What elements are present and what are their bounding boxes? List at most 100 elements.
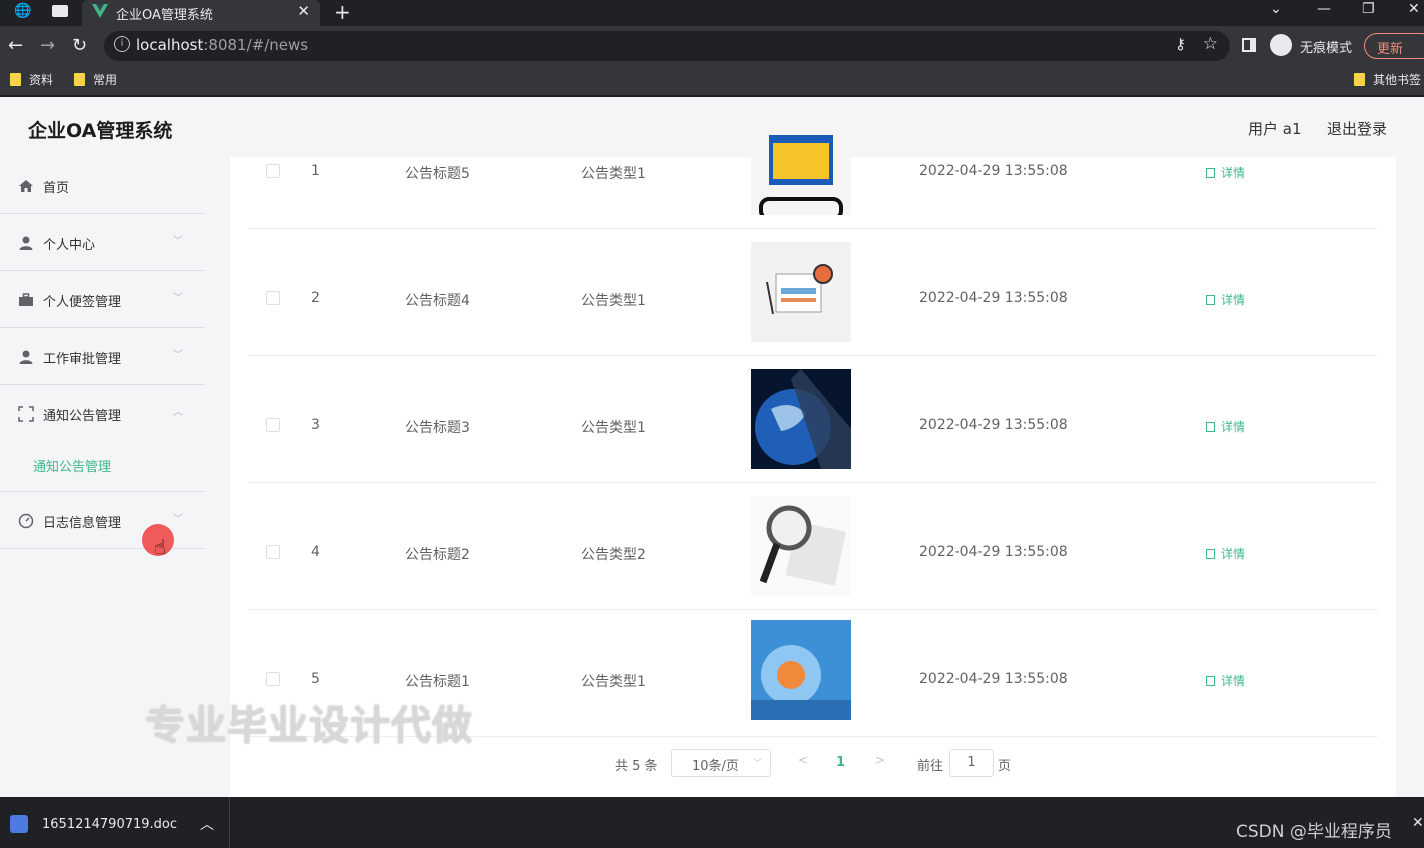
sidebar-item-notice[interactable]: 通知公告管理 ︿ [0,385,205,492]
sidebar-item-approval[interactable]: 工作审批管理 ﹀ [0,328,205,385]
clock-icon [18,513,34,529]
hand-cursor-icon: ☝ [154,535,167,559]
row-title: 公告标题2 [405,547,470,563]
other-bookmarks[interactable]: 其他书签 [1354,71,1421,88]
download-item[interactable]: 1651214790719.doc ︿ [0,797,230,848]
minimize-icon[interactable]: — [1317,1,1331,17]
bookmark-star-icon[interactable]: ☆ [1203,34,1218,54]
row-time: 2022-04-29 13:55:08 [919,163,1068,179]
app-page: 企业OA管理系统 用户 a1 退出登录 首页 个人中心 ﹀ 个人便签管理 ﹀ 工… [0,97,1424,797]
sidebar-item-notes[interactable]: 个人便签管理 ﹀ [0,271,205,328]
sidebar-item-personal-center[interactable]: 个人中心 ﹀ [0,214,205,271]
row-title: 公告标题1 [405,674,470,690]
tab-active[interactable]: 企业OA管理系统 ✕ [82,0,320,26]
new-tab-icon[interactable]: + [334,0,351,24]
word-document-icon [10,815,28,833]
row-title: 公告标题4 [405,293,470,309]
submenu-item-notice-management[interactable]: 通知公告管理 [33,456,111,475]
next-page-icon[interactable]: > [875,753,885,767]
user-icon [19,236,33,250]
site-info-icon[interactable]: i [114,36,130,52]
browser-tab-bar: 🌐 企业OA管理系统 ✕ + ⌄ — ❐ ✕ [0,0,1424,26]
row-title: 公告标题3 [405,420,470,436]
document-icon [1206,168,1215,178]
bookmark-folder-changyong[interactable]: 常用 [74,71,117,88]
row-type: 公告类型1 [581,674,646,690]
row-index: 3 [311,417,320,433]
detail-button[interactable]: 详情 [1206,418,1245,435]
folder-icon [10,73,21,86]
url-text[interactable]: localhost:8081/#/news [136,36,308,54]
row-index: 2 [311,290,320,306]
row-checkbox[interactable] [266,164,280,178]
chevron-up-icon[interactable]: ︿ [200,814,214,834]
table-row: 3 公告标题3 公告类型1 2022-04-29 13:55:08 详情 [248,356,1378,483]
row-time: 2022-04-29 13:55:08 [919,544,1068,560]
bookmark-folder-ziliao[interactable]: 资料 [10,71,53,88]
page-size-select[interactable]: 10条/页 ﹀ [671,749,771,777]
update-button[interactable]: 更新 [1364,33,1424,59]
pagination: 共 5 条 10条/页 ﹀ < 1 > 前往 1 页 [230,747,1396,787]
chevron-up-icon: ︿ [173,407,183,418]
restore-icon[interactable]: ❐ [1362,1,1375,17]
key-icon[interactable]: ⚷ [1175,35,1186,53]
detail-button[interactable]: 详情 [1206,291,1245,308]
close-tab-icon[interactable]: ✕ [297,2,310,20]
document-icon [1206,549,1215,559]
sidebar-item-logs[interactable]: 日志信息管理 ﹀ [0,492,205,549]
detail-button[interactable]: 详情 [1206,672,1245,689]
back-icon[interactable]: ← [8,35,23,56]
detail-button[interactable]: 详情 [1206,545,1245,562]
notice-image [751,496,851,596]
fullscreen-icon [18,406,34,422]
row-type: 公告类型1 [581,420,646,436]
address-bar[interactable]: i localhost:8081/#/news ⚷ ☆ [104,31,1230,61]
tab-search-icon[interactable]: ⌄ [1270,1,1282,17]
table-row: 4 公告标题2 公告类型2 2022-04-29 13:55:08 详情 [248,483,1378,610]
close-window-icon[interactable]: ✕ [1408,1,1420,17]
tab-window-icon[interactable] [52,5,68,17]
row-title: 公告标题5 [405,166,470,182]
notice-image [751,115,851,215]
row-index: 1 [311,163,320,179]
goto-page-input[interactable]: 1 [949,749,994,777]
table-row: 2 公告标题4 公告类型1 2022-04-29 13:55:08 详情 [248,229,1378,356]
notice-image [751,242,851,342]
row-type: 公告类型2 [581,547,646,563]
chevron-down-icon: ﹀ [173,236,183,247]
tab-title: 企业OA管理系统 [116,8,213,23]
document-icon [1206,422,1215,432]
page-number-current[interactable]: 1 [836,755,845,770]
row-time: 2022-04-29 13:55:08 [919,671,1068,687]
browser-toolbar: ← → ↻ i localhost:8081/#/news ⚷ ☆ 无痕模式 更… [0,26,1424,66]
globe-icon[interactable]: 🌐 [14,3,31,19]
chevron-down-icon: ﹀ [173,293,183,304]
folder-icon [74,73,85,86]
row-checkbox[interactable] [266,418,280,432]
reload-icon[interactable]: ↻ [72,35,87,56]
incognito-icon[interactable] [1270,34,1292,56]
row-type: 公告类型1 [581,166,646,182]
detail-button[interactable]: 详情 [1206,164,1245,181]
briefcase-icon [19,293,33,306]
close-download-bar-icon[interactable]: ✕ [1412,815,1424,831]
row-checkbox[interactable] [266,672,280,686]
prev-page-icon[interactable]: < [798,753,808,767]
csdn-watermark: CSDN @毕业程序员 [1236,822,1392,842]
row-index: 5 [311,671,320,687]
goto-label: 前往 [917,759,944,774]
watermark-text: 专业毕业设计代做 [145,703,473,749]
chevron-down-icon: ﹀ [173,514,183,525]
incognito-label: 无痕模式 [1300,41,1353,56]
forward-icon[interactable]: → [40,35,55,56]
row-checkbox[interactable] [266,291,280,305]
chevron-down-icon: ﹀ [752,759,762,769]
sidebar-item-home[interactable]: 首页 [0,157,205,214]
table-row: 1 公告标题5 公告类型1 2022-04-29 13:55:08 详情 [248,102,1378,229]
row-checkbox[interactable] [266,545,280,559]
side-panel-icon[interactable] [1242,38,1256,52]
row-type: 公告类型1 [581,293,646,309]
row-time: 2022-04-29 13:55:08 [919,417,1068,433]
user-icon [19,350,33,364]
folder-icon [1354,73,1365,86]
